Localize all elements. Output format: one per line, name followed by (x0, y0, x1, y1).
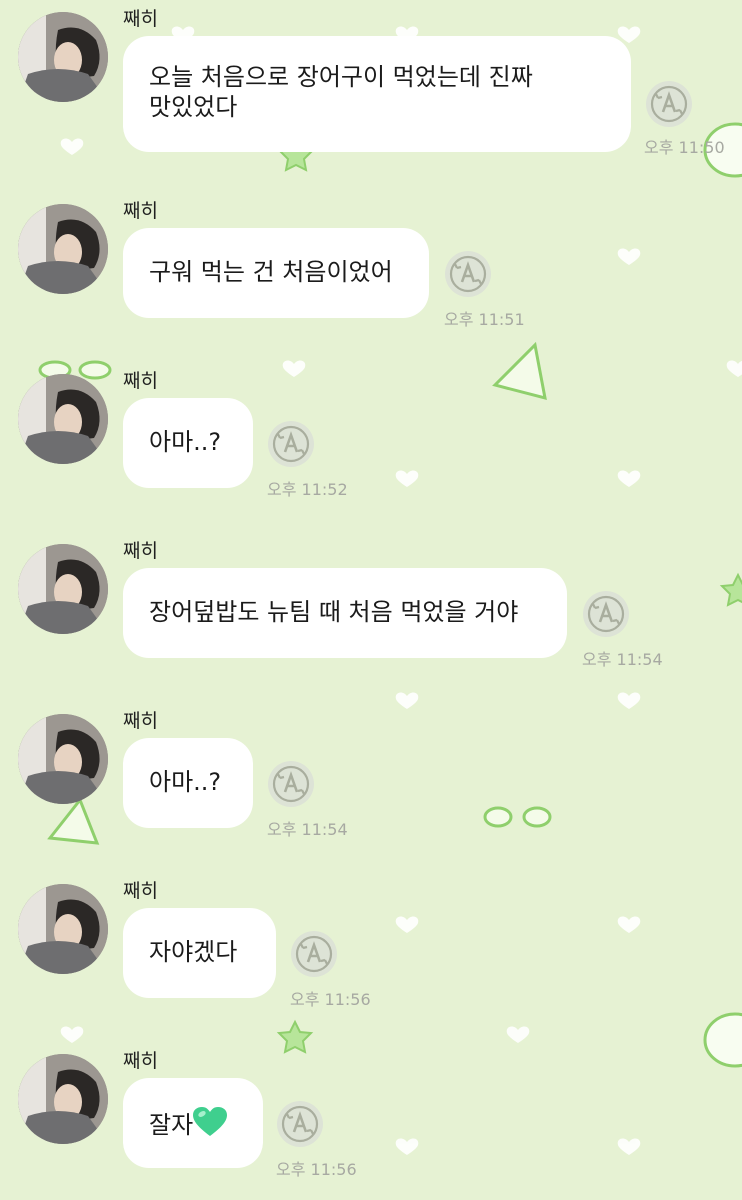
bg-wing-icon (483, 806, 513, 828)
message-timestamp: 오후 11:52 (267, 480, 348, 499)
message-text-line: 오늘 처음으로 장어구이 먹었는데 진짜 (149, 63, 533, 91)
sender-name: 째히 (123, 540, 158, 562)
avatar[interactable] (18, 374, 108, 464)
message-bubble[interactable]: 아마..? (123, 398, 253, 488)
message-timestamp: 오후 11:54 (267, 820, 348, 839)
sender-name: 째히 (123, 710, 158, 732)
bg-heart-icon (617, 692, 641, 709)
message-bubble[interactable]: 장어덮밥도 뉴팀 때 처음 먹었을 거야 (123, 568, 567, 658)
bg-heart-icon (506, 1026, 530, 1043)
bg-puppy-icon (703, 1012, 742, 1068)
message-text-line: 아마..? (149, 428, 222, 456)
message-timestamp: 오후 11:54 (582, 650, 663, 669)
translate-a-icon[interactable] (290, 930, 338, 978)
sender-name: 째히 (123, 370, 158, 392)
translate-a-icon[interactable] (267, 420, 315, 468)
avatar[interactable] (18, 714, 108, 804)
bg-watermelon-icon (492, 341, 547, 401)
translate-a-icon[interactable] (444, 250, 492, 298)
avatar[interactable] (18, 204, 108, 294)
sender-name: 째히 (123, 880, 158, 902)
bg-heart-icon (282, 360, 306, 377)
translate-a-icon[interactable] (582, 590, 630, 638)
bg-star-icon (719, 572, 742, 607)
translate-a-icon[interactable] (267, 760, 315, 808)
bg-heart-icon (395, 1138, 419, 1155)
avatar[interactable] (18, 1054, 108, 1144)
message-bubble[interactable]: 자야겠다 (123, 908, 276, 998)
sender-name: 째히 (123, 1050, 158, 1072)
sender-name: 째히 (123, 200, 158, 222)
message-timestamp: 오후 11:56 (276, 1160, 357, 1179)
bg-heart-icon (395, 916, 419, 933)
bg-star-icon (276, 1019, 314, 1054)
message-timestamp: 오후 11:51 (444, 310, 525, 329)
translate-a-icon[interactable] (276, 1100, 324, 1148)
translate-a-icon[interactable] (645, 80, 693, 128)
sender-name: 째히 (123, 8, 158, 30)
avatar[interactable] (18, 884, 108, 974)
message-timestamp: 오후 11:56 (290, 990, 371, 1009)
bg-heart-icon (617, 916, 641, 933)
message-bubble[interactable]: 오늘 처음으로 장어구이 먹었는데 진짜 맛있었다 (123, 36, 631, 152)
message-bubble[interactable]: 잘자 (123, 1078, 263, 1168)
bg-heart-icon (617, 470, 641, 487)
bg-heart-icon (60, 1026, 84, 1043)
bg-heart-icon (395, 470, 419, 487)
message-bubble[interactable]: 구워 먹는 건 처음이었어 (123, 228, 429, 318)
bg-heart-icon (617, 248, 641, 265)
avatar[interactable] (18, 12, 108, 102)
bg-heart-icon (60, 138, 84, 155)
bg-heart-icon (726, 360, 742, 377)
message-text-line: 잘자 (149, 1111, 194, 1139)
bg-wing-icon (522, 806, 552, 828)
bg-heart-icon (617, 26, 641, 43)
bg-heart-icon (395, 692, 419, 709)
bg-watermelon-icon (47, 797, 100, 845)
green-heart-icon (193, 1107, 228, 1144)
message-text-line: 아마..? (149, 768, 222, 796)
message-bubble[interactable]: 아마..? (123, 738, 253, 828)
message-timestamp: 오후 11:50 (644, 138, 725, 157)
message-text-line: 장어덮밥도 뉴팀 때 처음 먹었을 거야 (149, 598, 519, 626)
bg-wing-icon (78, 360, 112, 380)
message-text-line: 구워 먹는 건 처음이었어 (149, 258, 393, 286)
message-text-line: 자야겠다 (149, 938, 238, 966)
message-text-line: 맛있었다 (149, 93, 238, 121)
avatar[interactable] (18, 544, 108, 634)
bg-heart-icon (617, 1138, 641, 1155)
